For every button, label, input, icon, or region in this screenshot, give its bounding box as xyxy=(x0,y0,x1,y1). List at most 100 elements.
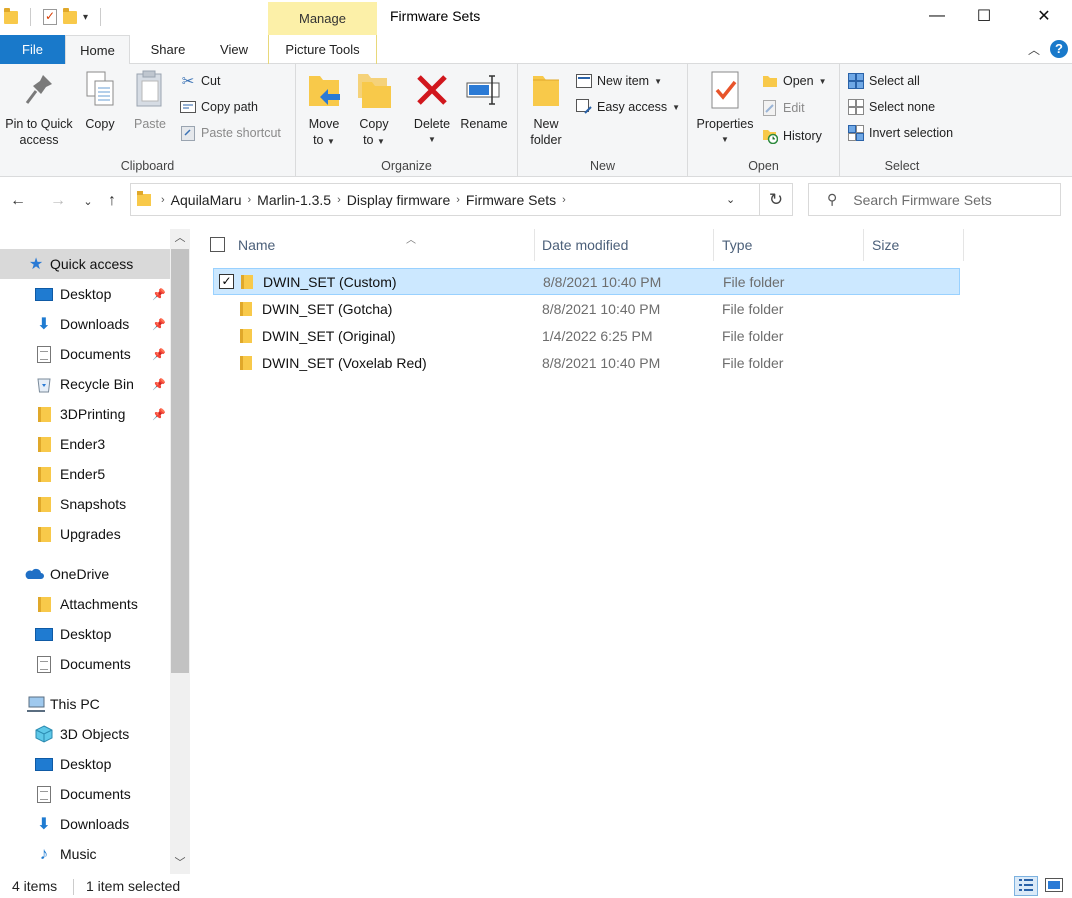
tab-picture-tools[interactable]: Picture Tools xyxy=(268,35,377,64)
history-button[interactable]: History xyxy=(762,125,822,147)
nav-pc-downloads[interactable]: ⬇ Downloads xyxy=(0,809,170,839)
minimize-button[interactable]: — xyxy=(914,0,960,32)
properties-icon[interactable] xyxy=(43,9,57,25)
file-row[interactable]: ✓ DWIN_SET (Custom) 8/8/2021 10:40 PM Fi… xyxy=(213,268,960,295)
nav-3dprinting[interactable]: 3DPrinting 📌 xyxy=(0,399,170,429)
copy-path-button[interactable]: Copy path xyxy=(180,96,258,118)
tab-file[interactable]: File xyxy=(0,35,65,64)
search-box[interactable]: ⚲ xyxy=(808,183,1061,216)
chevron-right-icon[interactable]: › xyxy=(562,194,566,206)
easy-access-button[interactable]: Easy access ▼ xyxy=(576,96,680,118)
nav-desktop[interactable]: Desktop 📌 xyxy=(0,279,170,309)
invert-selection-label: Invert selection xyxy=(869,126,954,140)
details-view-button[interactable] xyxy=(1014,876,1038,896)
new-item-button[interactable]: New item ▼ xyxy=(576,70,662,92)
tab-home[interactable]: Home xyxy=(65,35,130,65)
row-checkbox[interactable]: ✓ xyxy=(219,274,234,289)
nav-onedrive-documents[interactable]: Documents xyxy=(0,649,170,679)
file-row[interactable]: DWIN_SET (Original) 1/4/2022 6:25 PM Fil… xyxy=(213,323,960,350)
invert-selection-button[interactable]: Invert selection xyxy=(848,122,953,144)
nav-onedrive-attachments[interactable]: Attachments xyxy=(0,589,170,619)
cut-button[interactable]: ✂ Cut xyxy=(180,70,221,92)
nav-onedrive-desktop[interactable]: Desktop xyxy=(0,619,170,649)
nav-this-pc[interactable]: This PC xyxy=(0,689,170,719)
move-to-button[interactable]: Move to ▼ xyxy=(304,68,344,150)
delete-button[interactable]: Delete ▼ xyxy=(410,68,454,148)
nav-snapshots[interactable]: Snapshots xyxy=(0,489,170,519)
file-row[interactable]: DWIN_SET (Gotcha) 8/8/2021 10:40 PM File… xyxy=(213,296,960,323)
new-folder-button[interactable]: New folder xyxy=(526,68,566,148)
nav-documents[interactable]: Documents 📌 xyxy=(0,339,170,369)
copy-button[interactable]: Copy xyxy=(80,68,120,132)
tab-share[interactable]: Share xyxy=(138,35,198,64)
scroll-up-chevron-icon[interactable]: ︿ xyxy=(170,229,190,247)
download-icon: ⬇ xyxy=(37,816,51,833)
collapse-ribbon-chevron-icon[interactable]: ︿ xyxy=(1028,41,1040,58)
new-item-caret-icon: ▼ xyxy=(654,76,663,86)
column-name[interactable]: ︿ Name xyxy=(230,229,535,261)
breadcrumb-aquilamaru[interactable]: AquilaMaru xyxy=(171,192,242,208)
file-row[interactable]: DWIN_SET (Voxelab Red) 8/8/2021 10:40 PM… xyxy=(213,350,960,377)
close-button[interactable]: ✕ xyxy=(1021,0,1067,32)
folder-icon xyxy=(37,466,51,482)
computer-icon xyxy=(26,694,46,714)
nav-label: Desktop xyxy=(60,626,112,642)
chevron-right-icon[interactable]: › xyxy=(456,194,460,206)
properties-button[interactable]: Properties ▼ xyxy=(694,68,756,148)
nav-pc-music[interactable]: ♪ Music xyxy=(0,839,170,869)
refresh-button[interactable]: ↻ xyxy=(760,183,793,216)
column-type[interactable]: Type xyxy=(714,229,864,261)
chevron-right-icon[interactable]: › xyxy=(248,194,252,206)
large-icons-view-button[interactable] xyxy=(1042,876,1066,896)
customize-toolbar-chevron-icon[interactable]: ▾ xyxy=(83,12,88,23)
open-button[interactable]: Open ▼ xyxy=(762,70,827,92)
nav-label: Snapshots xyxy=(60,496,127,512)
nav-downloads[interactable]: ⬇ Downloads 📌 xyxy=(0,309,170,339)
back-button[interactable]: ← xyxy=(6,190,30,212)
move-to-icon xyxy=(304,68,344,112)
new-folder-label-line1: New xyxy=(533,117,559,131)
forward-arrow-icon: → xyxy=(50,192,66,209)
maximize-button[interactable]: ☐ xyxy=(961,0,1007,32)
nav-scrollbar[interactable]: ︿ ﹀ xyxy=(170,229,190,874)
edit-button[interactable]: Edit xyxy=(762,97,805,119)
tab-manage[interactable]: Manage xyxy=(268,2,377,35)
address-bar[interactable]: › AquilaMaru › Marlin-1.3.5 › Display fi… xyxy=(130,183,760,216)
column-date-modified[interactable]: Date modified xyxy=(534,229,714,261)
rename-button[interactable]: Rename xyxy=(458,68,510,132)
select-none-button[interactable]: Select none xyxy=(848,96,935,118)
nav-pc-desktop[interactable]: Desktop xyxy=(0,749,170,779)
address-history-chevron-icon[interactable]: ⌄ xyxy=(726,193,735,206)
recent-locations-button[interactable]: ⌄ xyxy=(76,190,100,212)
nav-upgrades[interactable]: Upgrades xyxy=(0,519,170,549)
forward-button[interactable]: → xyxy=(46,190,70,212)
scroll-down-chevron-icon[interactable]: ﹀ xyxy=(170,854,190,872)
select-none-label: Select none xyxy=(869,100,936,114)
help-icon[interactable]: ? xyxy=(1050,40,1068,58)
breadcrumb-firmware-sets[interactable]: Firmware Sets xyxy=(466,192,556,208)
nav-onedrive[interactable]: OneDrive xyxy=(0,559,170,589)
select-all-button[interactable]: Select all xyxy=(848,70,920,92)
chevron-right-icon[interactable]: › xyxy=(161,194,165,206)
copy-to-button[interactable]: Copy to ▼ xyxy=(354,68,394,150)
up-button[interactable]: ↑ xyxy=(100,190,124,212)
search-input[interactable] xyxy=(853,191,1044,208)
scrollbar-thumb[interactable] xyxy=(171,249,189,673)
column-size[interactable]: Size xyxy=(864,229,964,261)
folder-icon xyxy=(37,406,51,422)
breadcrumb-marlin[interactable]: Marlin-1.3.5 xyxy=(257,192,331,208)
nav-recycle-bin[interactable]: Recycle Bin 📌 xyxy=(0,369,170,399)
paste-button[interactable]: Paste xyxy=(128,68,172,132)
breadcrumb-display-firmware[interactable]: Display firmware xyxy=(347,192,450,208)
select-all-checkbox[interactable] xyxy=(210,237,225,252)
chevron-right-icon[interactable]: › xyxy=(337,194,341,206)
nav-3d-objects[interactable]: 3D Objects xyxy=(0,719,170,749)
tab-view[interactable]: View xyxy=(208,35,260,64)
new-folder-icon[interactable] xyxy=(63,7,77,24)
nav-pc-documents[interactable]: Documents xyxy=(0,779,170,809)
paste-shortcut-button[interactable]: Paste shortcut xyxy=(180,122,281,144)
nav-ender5[interactable]: Ender5 xyxy=(0,459,170,489)
pin-to-quick-access-button[interactable]: Pin to Quick access xyxy=(4,68,74,148)
nav-quick-access[interactable]: ★ Quick access xyxy=(0,249,170,279)
nav-ender3[interactable]: Ender3 xyxy=(0,429,170,459)
